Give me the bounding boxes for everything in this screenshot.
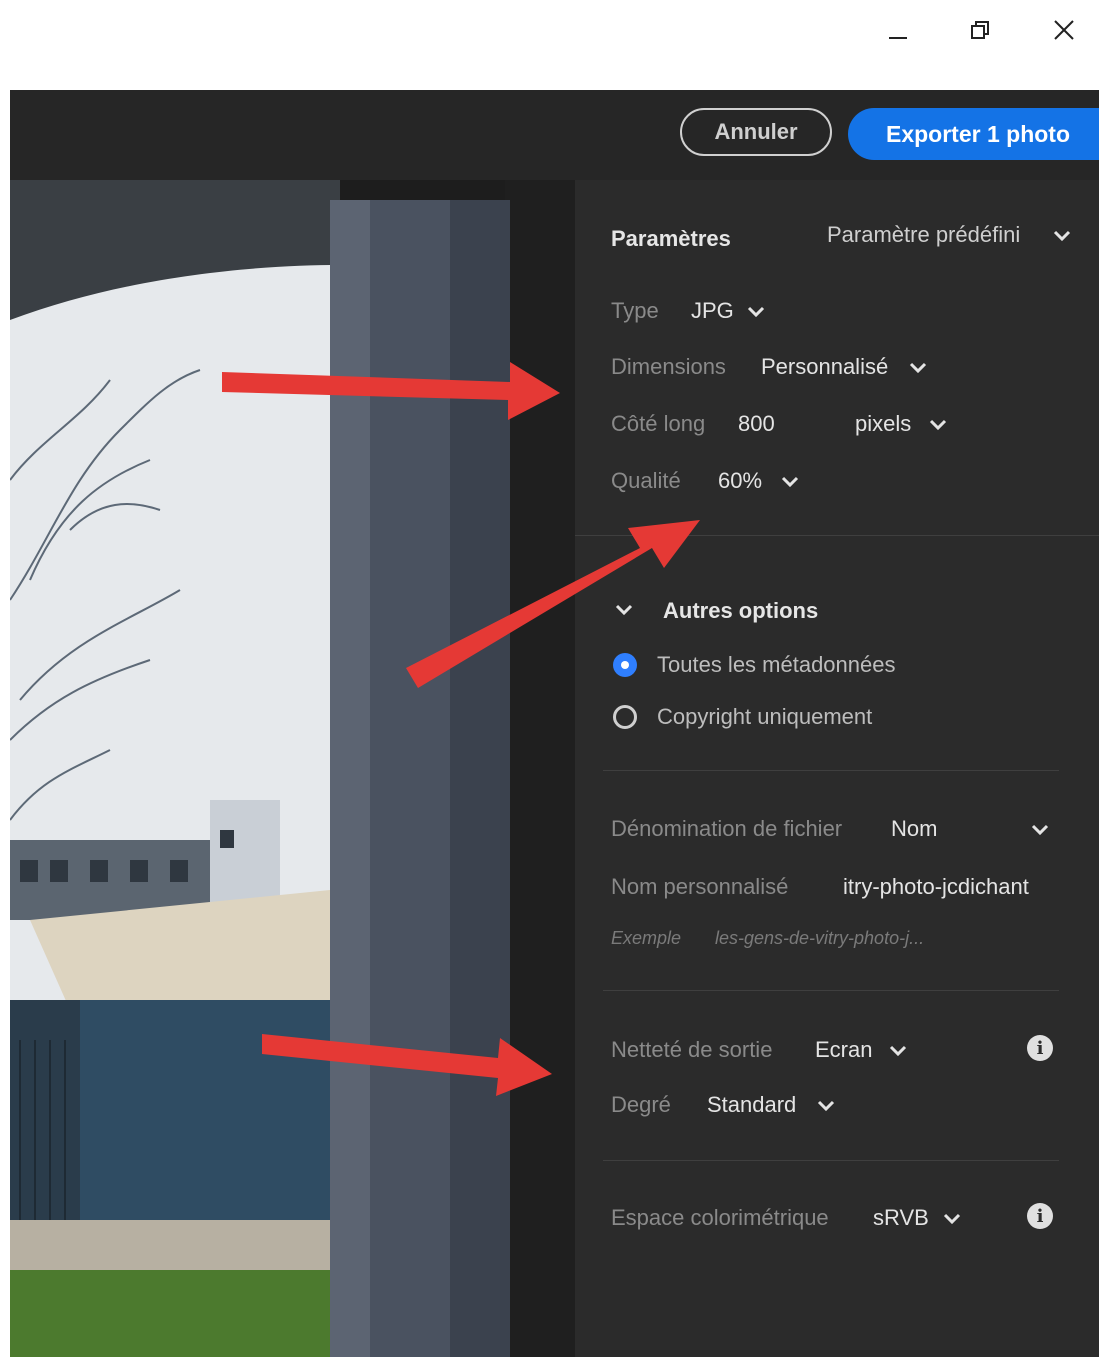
radio-copyright-only-label[interactable]: Copyright uniquement <box>657 704 872 730</box>
chevron-down-icon <box>889 1045 907 1057</box>
custom-name-label: Nom personnalisé <box>611 874 789 899</box>
file-naming-dropdown[interactable]: Nom <box>891 816 937 842</box>
type-label: Type <box>611 298 659 323</box>
photo-preview <box>10 180 575 1357</box>
color-space-label: Espace colorimétrique <box>611 1205 829 1230</box>
unit-dropdown[interactable]: pixels <box>855 411 911 437</box>
chevron-down-icon <box>1053 230 1071 242</box>
sharpening-label: Netteté de sortie <box>611 1037 773 1062</box>
color-space-dropdown[interactable]: sRVB <box>873 1205 929 1231</box>
example-label: Exemple <box>611 928 682 948</box>
divider <box>603 770 1059 771</box>
cancel-button[interactable]: Annuler <box>680 108 832 156</box>
chevron-down-icon <box>747 306 765 318</box>
dimensions-dropdown[interactable]: Personnalisé <box>761 354 888 380</box>
radio-copyright-only[interactable] <box>613 705 637 729</box>
chevron-down-icon <box>781 476 799 488</box>
minimize-icon[interactable] <box>878 10 918 50</box>
dimensions-label: Dimensions <box>611 354 726 379</box>
divider <box>603 1160 1059 1161</box>
preset-dropdown[interactable]: Paramètre prédéfini <box>827 222 1020 248</box>
chevron-down-icon[interactable] <box>615 604 633 616</box>
sharpening-dropdown[interactable]: Ecran <box>815 1037 872 1063</box>
radio-all-metadata[interactable] <box>613 653 637 677</box>
radio-all-metadata-label[interactable]: Toutes les métadonnées <box>657 652 896 678</box>
long-side-input[interactable]: 800 <box>738 411 775 437</box>
export-settings-panel: Paramètres Paramètre prédéfini Type JPG … <box>575 180 1099 1357</box>
close-icon[interactable] <box>1044 10 1084 50</box>
type-dropdown[interactable]: JPG <box>691 298 734 324</box>
degree-dropdown[interactable]: Standard <box>707 1092 796 1118</box>
info-icon[interactable]: i <box>1027 1035 1053 1061</box>
chevron-down-icon <box>817 1100 835 1112</box>
chevron-down-icon <box>1031 824 1049 836</box>
example-value: les-gens-de-vitry-photo-j... <box>715 928 925 948</box>
restore-icon[interactable] <box>960 10 1000 50</box>
divider <box>575 535 1099 536</box>
file-naming-label: Dénomination de fichier <box>611 816 843 841</box>
info-icon[interactable]: i <box>1027 1203 1053 1229</box>
chevron-down-icon <box>943 1213 961 1225</box>
export-header-bar: Annuler Exporter 1 photo <box>10 90 1099 180</box>
window-title-bar <box>0 0 1099 90</box>
settings-title: Paramètres <box>611 226 731 251</box>
chevron-down-icon <box>929 419 947 431</box>
degree-label: Degré <box>611 1092 671 1117</box>
custom-name-input[interactable]: itry-photo-jcdichant <box>843 874 1029 900</box>
quality-dropdown[interactable]: 60% <box>718 468 762 494</box>
chevron-down-icon <box>909 362 927 374</box>
other-options-toggle[interactable]: Autres options <box>663 598 818 624</box>
quality-label: Qualité <box>611 468 681 493</box>
export-button[interactable]: Exporter 1 photo <box>848 108 1099 160</box>
long-side-label: Côté long <box>611 411 706 436</box>
divider <box>603 990 1059 991</box>
